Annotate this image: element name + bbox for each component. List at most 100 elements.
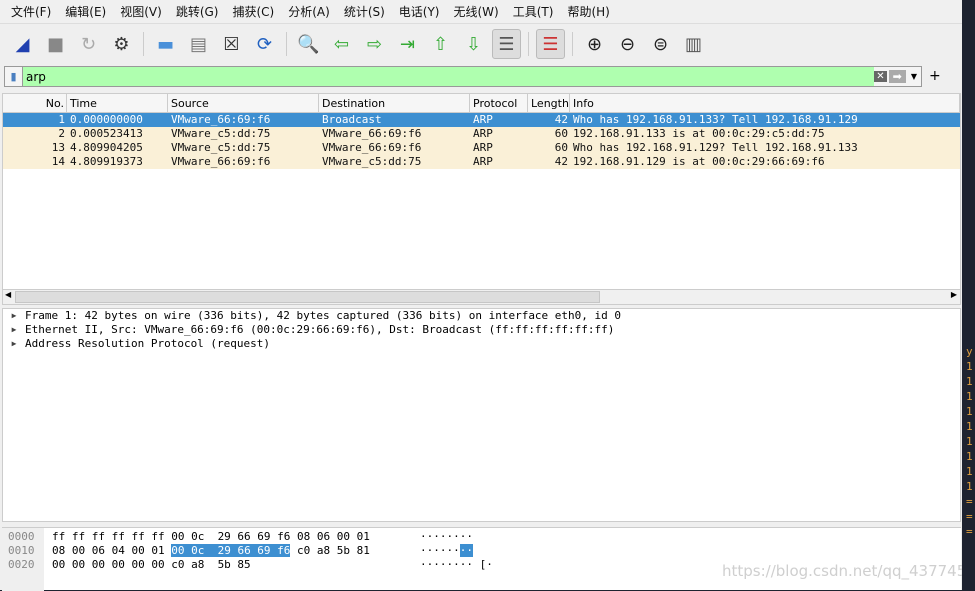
display-filter-bar[interactable]: ▮ arp ✕ ➡ ▼: [4, 66, 922, 87]
stop-icon[interactable]: ■: [41, 29, 70, 59]
shark-fin-start-icon[interactable]: ◢: [8, 29, 37, 59]
forward-arrow-icon[interactable]: ⇨: [360, 29, 389, 59]
packet-bytes: 0000 ff ff ff ff ff ff 00 0c 29 66 69 f6 …: [2, 527, 961, 591]
bookmark-icon[interactable]: ▮: [5, 67, 23, 86]
scroll-left-icon[interactable]: ◀: [5, 290, 11, 299]
watermark: https://blog.csdn.net/qq_43774515: [722, 562, 975, 580]
column-header[interactable]: Destination: [319, 94, 470, 112]
open-folder-icon[interactable]: ▬: [151, 29, 180, 59]
hex-pre: 08 00 06 04 00 01: [52, 544, 172, 557]
reload-file-icon[interactable]: ⟳: [250, 29, 279, 59]
cell-proto: ARP: [473, 155, 493, 168]
scrollbar-thumb[interactable]: [15, 291, 600, 303]
apply-filter-icon[interactable]: ➡: [888, 70, 906, 83]
menu-item[interactable]: 跳转(G): [169, 3, 226, 20]
column-header[interactable]: No.: [3, 94, 67, 112]
save-file-icon[interactable]: ▤: [184, 29, 213, 59]
cell-dst: VMware_66:69:f6: [322, 141, 422, 154]
hex-row: 0020 00 00 00 00 00 00 c0 a8 5b 85 ·······…: [2, 558, 493, 572]
menu-item[interactable]: 分析(A): [281, 3, 337, 20]
menu-item[interactable]: 帮助(H): [560, 3, 616, 20]
menu-item[interactable]: 视图(V): [113, 3, 169, 20]
packet-row[interactable]: 14 4.809919373 VMware_66:69:f6 VMware_c5:dd…: [3, 155, 960, 169]
first-packet-icon[interactable]: ⇧: [426, 29, 455, 59]
menu-item[interactable]: 无线(W): [447, 3, 506, 20]
menu-item[interactable]: 文件(F): [4, 3, 58, 20]
filter-history-dropdown-icon[interactable]: ▼: [908, 72, 917, 81]
toolbar-separator: [143, 32, 144, 56]
column-header[interactable]: Source: [168, 94, 319, 112]
ascii-bytes[interactable]: ········: [420, 544, 473, 557]
find-icon[interactable]: 🔍: [294, 29, 323, 59]
hex-row: 0000 ff ff ff ff ff ff 00 0c 29 66 69 f6 …: [2, 530, 473, 544]
column-header[interactable]: Protocol: [470, 94, 528, 112]
add-filter-button[interactable]: +: [929, 68, 941, 84]
packet-row[interactable]: 13 4.809904205 VMware_c5:dd:75 VMware_66:69…: [3, 141, 960, 155]
options-gear-icon[interactable]: ⚙: [107, 29, 136, 59]
cell-src: VMware_c5:dd:75: [171, 127, 271, 140]
hex-bytes[interactable]: ff ff ff ff ff ff 00 0c 29 66 69 f6 08 0…: [44, 530, 420, 544]
packet-list-header: No. Time Source Destination Protocol Length In…: [3, 94, 960, 113]
hex-bytes[interactable]: 00 00 00 00 00 00 c0 a8 5b 85: [44, 558, 420, 572]
scroll-right-icon[interactable]: ▶: [951, 290, 957, 299]
cell-dst: Broadcast: [322, 113, 382, 126]
cell-no: 1: [58, 113, 65, 126]
expand-arrow-icon[interactable]: ▶: [3, 323, 25, 337]
main-toolbar: ◢ ■ ↻ ⚙ ▬ ▤ ☒ ⟳ 🔍 ⇦ ⇨ ⇥ ⇧ ⇩ ☰ ☰ ⊕ ⊖ ⊜ ▥: [0, 24, 962, 64]
menu-item[interactable]: 编辑(E): [58, 3, 113, 20]
go-to-packet-icon[interactable]: ⇥: [393, 29, 422, 59]
cell-len: 60: [554, 127, 568, 140]
cell-info: 192.168.91.129 is at 00:0c:29:66:69:f6: [573, 155, 825, 168]
zoom-out-icon[interactable]: ⊖: [613, 29, 642, 59]
cell-info: Who has 192.168.91.129? Tell 192.168.91.…: [573, 141, 858, 154]
last-packet-icon[interactable]: ⇩: [459, 29, 488, 59]
column-header[interactable]: Info: [570, 94, 960, 112]
autoscroll-icon[interactable]: ☰: [492, 29, 521, 59]
detail-tree-item[interactable]: ▶ Frame 1: 42 bytes on wire (336 bits), 4…: [3, 309, 960, 323]
cell-time: 0.000523413: [70, 127, 143, 140]
menu-item[interactable]: 工具(T): [506, 3, 561, 20]
zoom-normal-icon[interactable]: ⊜: [646, 29, 675, 59]
menu-item[interactable]: 捕获(C): [225, 3, 281, 20]
expand-arrow-icon[interactable]: ▶: [3, 337, 25, 351]
packet-row[interactable]: 2 0.000523413 VMware_c5:dd:75 VMware_66:69:…: [3, 127, 960, 141]
toolbar-separator: [528, 32, 529, 56]
ascii-highlight: ··: [459, 544, 473, 557]
clear-filter-icon[interactable]: ✕: [874, 71, 887, 82]
horizontal-scrollbar[interactable]: ◀ ▶: [3, 289, 960, 304]
cell-proto: ARP: [473, 141, 493, 154]
detail-text: Frame 1: 42 bytes on wire (336 bits), 42…: [25, 309, 622, 322]
column-header[interactable]: Time: [67, 94, 168, 112]
detail-tree-item[interactable]: ▶ Address Resolution Protocol (request): [3, 337, 960, 351]
resize-columns-icon[interactable]: ▥: [679, 29, 708, 59]
hex-offset: 0010: [8, 544, 35, 557]
close-file-icon[interactable]: ☒: [217, 29, 246, 59]
cell-dst: VMware_66:69:f6: [322, 127, 422, 140]
display-filter-input[interactable]: arp: [23, 70, 874, 84]
menu-item[interactable]: 统计(S): [337, 3, 392, 20]
detail-text: Address Resolution Protocol (request): [25, 337, 271, 350]
zoom-in-icon[interactable]: ⊕: [580, 29, 609, 59]
hex-row: 0010 08 00 06 04 00 01 00 0c 29 66 69 f6 …: [2, 544, 473, 558]
colorize-icon[interactable]: ☰: [536, 29, 565, 59]
packet-row[interactable]: 1 0.000000000 VMware_66:69:f6 Broadcast ARP 4…: [3, 113, 960, 127]
cell-proto: ARP: [473, 113, 493, 126]
hex-bytes[interactable]: 08 00 06 04 00 01 00 0c 29 66 69 f6 c0 a…: [44, 544, 420, 558]
cell-dst: VMware_c5:dd:75: [322, 155, 422, 168]
restart-icon[interactable]: ↻: [74, 29, 103, 59]
back-arrow-icon[interactable]: ⇦: [327, 29, 356, 59]
ascii-bytes[interactable]: ········: [420, 530, 473, 543]
cell-time: 4.809904205: [70, 141, 143, 154]
menu-item[interactable]: 电话(Y): [392, 3, 447, 20]
detail-tree-item[interactable]: ▶ Ethernet II, Src: VMware_66:69:f6 (00:0…: [3, 323, 960, 337]
column-header[interactable]: Length: [528, 94, 570, 112]
ascii-pre: ········: [420, 530, 473, 543]
wireshark-window: 文件(F) 编辑(E) 视图(V) 跳转(G) 捕获(C) 分析(A) 统计(S) 电话(Y)…: [0, 0, 975, 591]
cell-time: 0.000000000: [70, 113, 143, 126]
cell-no: 13: [51, 141, 65, 154]
ascii-pre: ········ [: [420, 558, 487, 571]
expand-arrow-icon[interactable]: ▶: [3, 309, 25, 323]
ascii-pre: ······: [420, 544, 460, 557]
cell-src: VMware_66:69:f6: [171, 155, 271, 168]
ascii-bytes[interactable]: ········ [·: [420, 558, 493, 571]
